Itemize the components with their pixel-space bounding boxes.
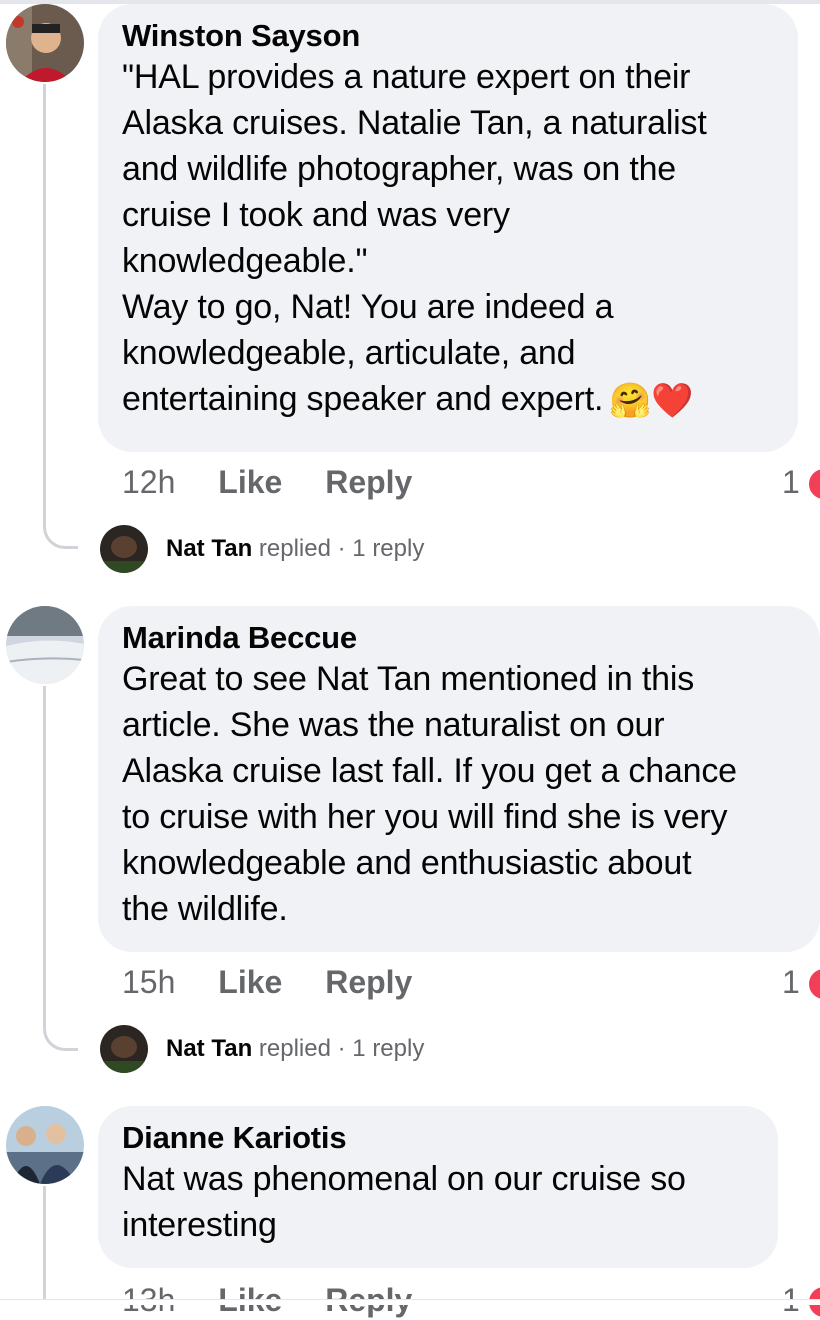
comment-author[interactable]: Marinda Beccue (122, 620, 796, 656)
avatar[interactable] (6, 4, 84, 82)
reply-button[interactable]: Reply (325, 962, 412, 1002)
comment-bubble: Marinda Beccue Great to see Nat Tan ment… (98, 606, 820, 952)
heart-reaction-icon (806, 966, 820, 1002)
reaction-count[interactable]: 1 (782, 962, 800, 1002)
comment-actions: 12h Like Reply (122, 462, 446, 502)
reply-author: Nat Tan (166, 535, 253, 562)
avatar (100, 1025, 148, 1073)
comment-text: Great to see Nat Tan mentioned in this a… (122, 660, 737, 928)
comment-bubble: Dianne Kariotis Nat was phenomenal on ou… (98, 1106, 778, 1268)
thread-connector (43, 686, 78, 1051)
reply-action: replied (258, 1035, 331, 1062)
like-button[interactable]: Like (218, 462, 282, 502)
separator: · (337, 535, 346, 562)
bottom-divider (0, 1299, 820, 1305)
separator: · (337, 1035, 346, 1062)
thread-connector (43, 84, 78, 549)
comment-author[interactable]: Winston Sayson (122, 18, 774, 54)
comment-timestamp[interactable]: 15h (122, 962, 175, 1002)
reply-action: replied (258, 535, 331, 562)
hug-heart-emoji-icon: 🤗❤️ (609, 382, 694, 421)
avatar (100, 525, 148, 573)
like-button[interactable]: Like (218, 962, 282, 1002)
reply-count: 1 reply (352, 535, 425, 562)
heart-reaction-icon (806, 466, 820, 502)
comment-bubble: Winston Sayson "HAL provides a nature ex… (98, 4, 798, 452)
avatar[interactable] (6, 1106, 84, 1184)
reply-count: 1 reply (352, 1035, 425, 1062)
reply-author: Nat Tan (166, 1035, 253, 1062)
comment-text: Nat was phenomenal on our cruise so inte… (122, 1160, 686, 1244)
comment-timestamp[interactable]: 12h (122, 462, 175, 502)
avatar[interactable] (6, 606, 84, 684)
comment-author[interactable]: Dianne Kariotis (122, 1120, 754, 1156)
reaction-count[interactable]: 1 (782, 462, 800, 502)
reply-button[interactable]: Reply (325, 462, 412, 502)
comment-actions: 15h Like Reply (122, 962, 446, 1002)
comment-text: "HAL provides a nature expert on their A… (122, 58, 707, 418)
thread-connector (43, 1186, 78, 1300)
